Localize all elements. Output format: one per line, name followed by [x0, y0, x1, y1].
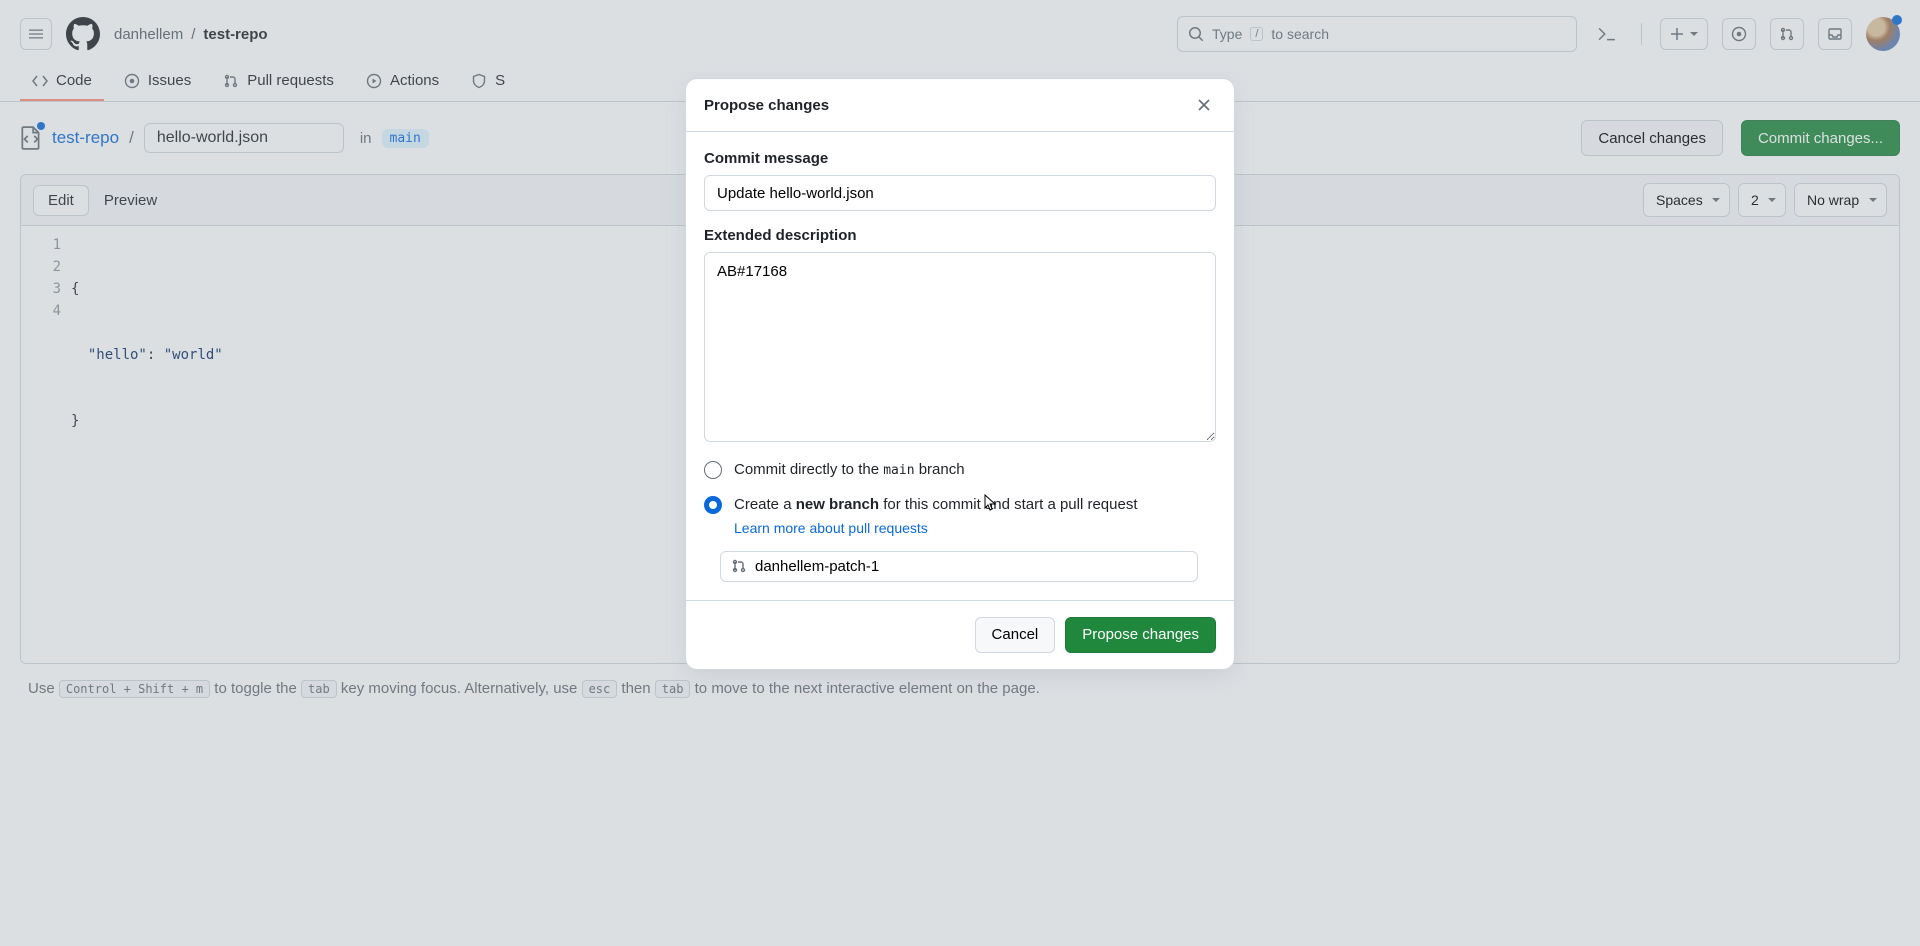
radio-create-branch[interactable]: Create a new branch for this commit and …: [704, 494, 1216, 539]
modal-header: Propose changes: [686, 79, 1234, 132]
modal-title: Propose changes: [704, 97, 1192, 114]
radio-commit-directly-label: Commit directly to the main branch: [734, 459, 965, 480]
extended-description-label: Extended description: [704, 227, 1216, 244]
commit-message-input[interactable]: [704, 175, 1216, 211]
modal-body: Commit message Extended description Comm…: [686, 132, 1234, 600]
extended-description-input[interactable]: [704, 252, 1216, 442]
modal-footer: Cancel Propose changes: [686, 600, 1234, 669]
close-button[interactable]: [1192, 93, 1216, 117]
radio-create-branch-label: Create a new branch for this commit and …: [734, 494, 1138, 539]
propose-changes-button[interactable]: Propose changes: [1065, 617, 1216, 653]
branch-name-input[interactable]: [755, 558, 1187, 575]
radio-checked-icon: [704, 496, 722, 514]
branch-name-field[interactable]: [720, 551, 1198, 582]
learn-more-link[interactable]: Learn more about pull requests: [734, 519, 1138, 539]
close-icon: [1196, 97, 1212, 113]
git-branch-icon: [731, 558, 747, 574]
commit-message-label: Commit message: [704, 150, 1216, 167]
cancel-button[interactable]: Cancel: [975, 617, 1056, 653]
radio-commit-directly[interactable]: Commit directly to the main branch: [704, 459, 1216, 480]
propose-changes-modal: Propose changes Commit message Extended …: [685, 78, 1235, 670]
radio-unchecked-icon: [704, 461, 722, 479]
